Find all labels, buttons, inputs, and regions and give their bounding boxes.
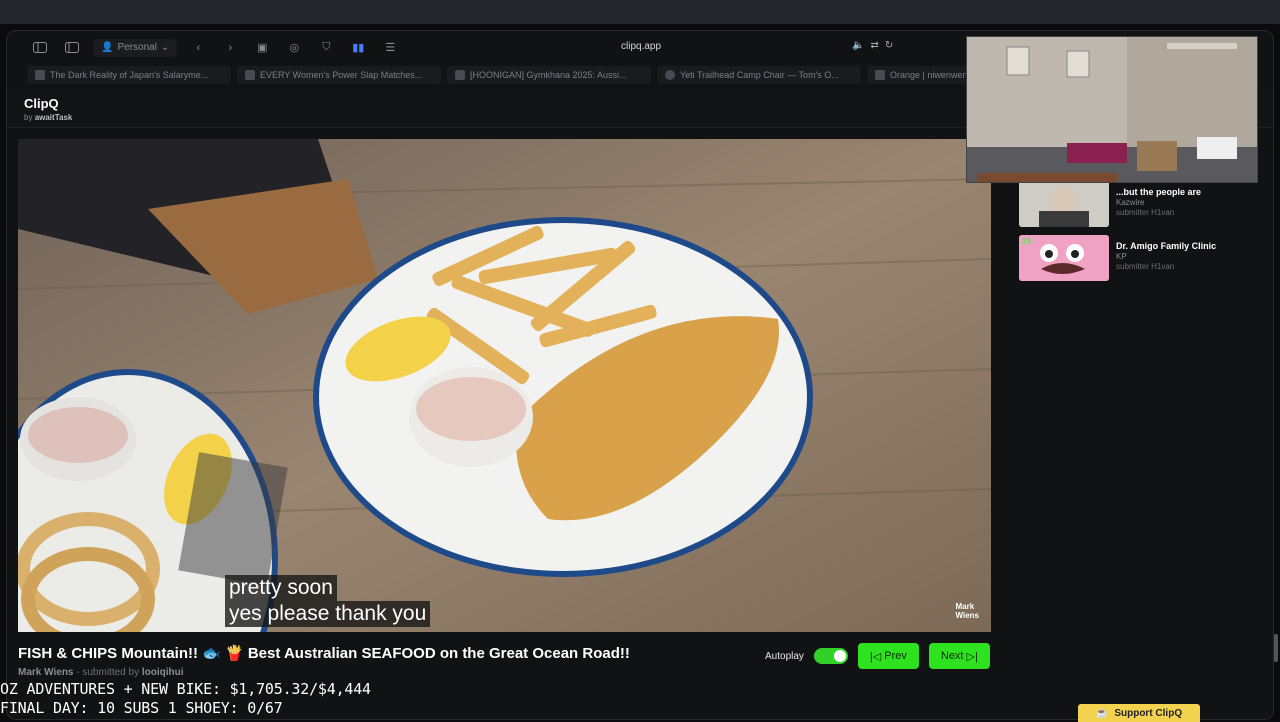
toggle-knob (833, 650, 846, 662)
tab-item[interactable]: EVERY Women's Power Slap Matches... (237, 66, 441, 84)
webcam-feed (967, 37, 1257, 182)
coffee-icon: ☕ (1095, 707, 1109, 719)
channel-name[interactable]: Mark Wiens (18, 667, 73, 678)
subtitle-caption: pretty soon yes please thank you (225, 575, 431, 627)
back-icon[interactable]: ‹ (187, 39, 209, 57)
mac-menu-bar (0, 0, 1280, 24)
queue-item-channel: KP (1116, 252, 1127, 261)
prev-button[interactable]: |◁ Prev (857, 643, 919, 669)
favicon-icon (665, 70, 675, 80)
autoplay-toggle[interactable] (813, 648, 848, 664)
extension-icon[interactable]: ▣ (251, 39, 273, 57)
autoplay-label: Autoplay (765, 650, 804, 662)
tab-item[interactable]: [HOONIGAN] Gymkhana 2025: Aussi... (447, 66, 651, 84)
favicon-icon (455, 70, 465, 80)
queue-badge: 29 (1022, 237, 1031, 246)
queue-sidebar: ...but the people are Kazwire submitter … (1003, 171, 1273, 719)
tab-overview-icon[interactable] (61, 39, 83, 57)
support-button[interactable]: ☕ Support ClipQ (1078, 704, 1200, 722)
app-byline: by awaitTask (24, 113, 73, 122)
media-icon[interactable]: ▮▮ (347, 39, 369, 57)
stream-goal-line2: FINAL DAY: 10 SUBS 1 SHOEY: 0/67 (0, 699, 283, 717)
queue-item[interactable]: 29 Dr. Amigo Family Clinic KP submitter … (1019, 235, 1216, 281)
forward-icon[interactable]: › (219, 39, 241, 57)
reload-icon[interactable]: ↻ (885, 40, 893, 51)
skip-back-icon: |◁ (869, 650, 882, 663)
video-frame (18, 139, 991, 632)
translate-icon[interactable]: ⇄ (870, 40, 878, 51)
favicon-icon (35, 70, 45, 80)
submitter-name[interactable]: looiqihui (142, 667, 184, 678)
sidebar-toggle-icon[interactable] (29, 39, 51, 57)
queue-item-channel: Kazwire (1116, 198, 1145, 207)
queue-thumbnail: 29 (1019, 235, 1109, 281)
profile-label: Personal (117, 42, 157, 53)
queue-item-submitter: submitter H1van (1116, 262, 1175, 271)
tab-item[interactable]: The Dark Reality of Japan's Salaryme... (27, 66, 231, 84)
queue-item-submitter: submitter H1van (1116, 208, 1175, 217)
next-button[interactable]: Next ▷| (928, 643, 990, 669)
stream-goal-line1: OZ ADVENTURES + NEW BIKE: $1,705.32/$4,4… (0, 680, 371, 698)
queue-item-title: Dr. Amigo Family Clinic (1116, 241, 1217, 251)
shield-icon[interactable]: ⛉ (315, 39, 337, 57)
video-player[interactable]: pretty soon yes please thank you Mark Wi… (18, 139, 991, 632)
speaker-icon[interactable]: 🔈 (852, 40, 864, 51)
skip-forward-icon: ▷| (966, 650, 978, 663)
video-title: FISH & CHIPS Mountain!! 🐟 🍟 Best Austral… (18, 645, 630, 662)
favicon-icon (245, 70, 255, 80)
scrollbar[interactable] (1274, 634, 1278, 662)
app-title[interactable]: ClipQ (24, 96, 59, 111)
person-icon: 👤 (101, 42, 114, 53)
queue-thumbnail (1019, 181, 1109, 227)
chevron-down-icon: ⌄ (160, 42, 170, 53)
video-meta: Mark Wiens - submitted by looiqihui (18, 667, 184, 678)
reader-icon[interactable]: ☰ (379, 39, 401, 57)
profile-selector[interactable]: 👤 Personal ⌄ (93, 38, 178, 57)
queue-item-title: ...but the people are (1116, 187, 1202, 197)
privacy-icon[interactable]: ◎ (283, 39, 305, 57)
webcam-overlay (966, 36, 1258, 183)
address-tools: 🔈 ⇄ ↻ (852, 40, 893, 51)
channel-watermark: Mark Wiens (955, 602, 980, 620)
player-controls: Autoplay |◁ Prev Next ▷| (765, 643, 990, 669)
favicon-icon (875, 70, 885, 80)
queue-item[interactable]: ...but the people are Kazwire submitter … (1019, 181, 1201, 227)
tab-item[interactable]: Yeti Trailhead Camp Chair — Tom's O... (657, 66, 861, 84)
address-bar[interactable]: clipq.app (621, 41, 661, 52)
